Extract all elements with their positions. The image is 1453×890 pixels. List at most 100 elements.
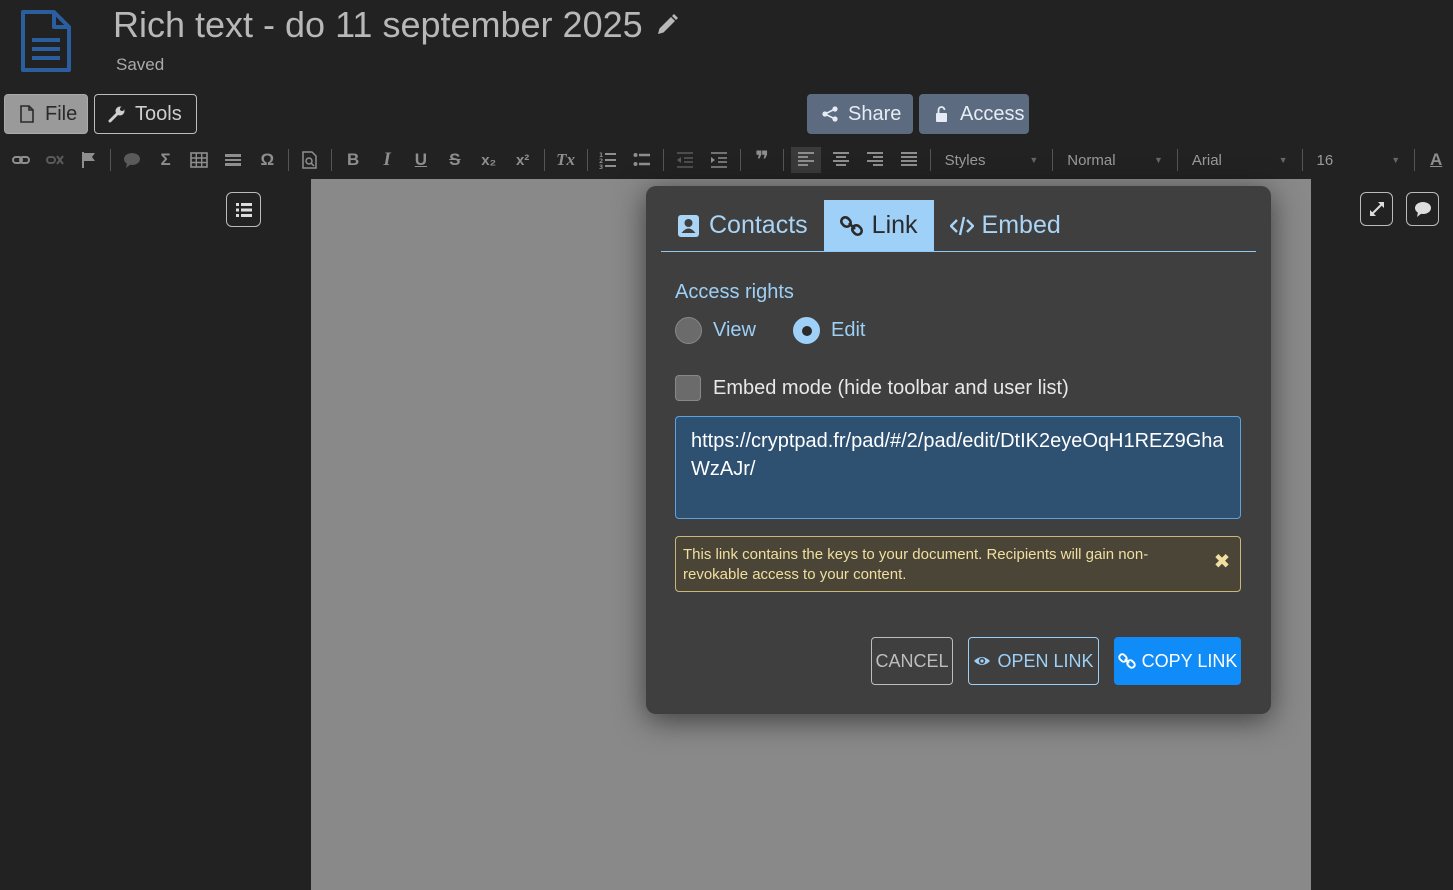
styles-dropdown-value: Styles — [944, 151, 986, 169]
access-button-label: Access — [960, 102, 1025, 125]
document-icon — [21, 10, 71, 72]
comments-toggle-button[interactable] — [1406, 192, 1439, 226]
share-button-label: Share — [848, 102, 902, 125]
font-size-dropdown[interactable]: 16 ▼ — [1309, 147, 1409, 173]
toolbar-separator — [783, 149, 785, 171]
share-tabs: Contacts Link Embed — [661, 200, 1256, 252]
share-modal: Contacts Link Embed Access rights View E… — [646, 186, 1271, 714]
wrench-icon — [108, 106, 125, 123]
bold-icon[interactable]: B — [341, 147, 365, 173]
tab-embed[interactable]: Embed — [934, 200, 1077, 251]
remove-format-icon[interactable]: Tx — [554, 147, 578, 173]
outdent-icon[interactable] — [673, 147, 697, 173]
embed-mode-checkbox[interactable] — [675, 375, 701, 401]
strikethrough-icon[interactable]: S — [443, 147, 467, 173]
page-title[interactable]: Rich text - do 11 september 2025 — [113, 4, 679, 46]
cancel-button[interactable]: CANCEL — [871, 637, 953, 685]
cancel-button-label: CANCEL — [875, 650, 949, 671]
underline-icon[interactable]: U — [409, 147, 433, 173]
indent-icon[interactable] — [707, 147, 731, 173]
pencil-icon[interactable] — [655, 13, 679, 37]
text-color-icon[interactable]: A — [1424, 147, 1448, 173]
link-warning-alert: This link contains the keys to your docu… — [675, 536, 1241, 592]
math-sigma-icon[interactable]: Σ — [154, 147, 178, 173]
styles-dropdown[interactable]: Styles ▼ — [937, 147, 1047, 173]
blockquote-icon[interactable]: ❞ — [750, 147, 774, 174]
fullscreen-button[interactable] — [1360, 192, 1393, 226]
copy-link-button-label: COPY LINK — [1141, 650, 1238, 671]
toolbar-separator — [1176, 149, 1178, 171]
link-warning-text: This link contains the keys to your docu… — [683, 546, 1149, 583]
file-button[interactable]: File — [4, 94, 88, 134]
format-dropdown-value: Normal — [1067, 151, 1116, 169]
copy-link-button[interactable]: COPY LINK — [1114, 637, 1241, 685]
access-button[interactable]: Access — [919, 94, 1029, 134]
toolbar-separator — [740, 149, 742, 171]
tab-contacts-label: Contacts — [709, 211, 808, 239]
open-link-button-label: OPEN LINK — [997, 650, 1094, 671]
tab-link[interactable]: Link — [823, 200, 934, 251]
caret-down-icon: ▼ — [1278, 155, 1288, 165]
superscript-icon[interactable]: x² — [511, 147, 535, 173]
preview-icon[interactable] — [298, 147, 322, 173]
link-icon — [839, 215, 863, 236]
tab-embed-label: Embed — [981, 211, 1061, 239]
horizontal-rule-icon[interactable] — [221, 147, 245, 173]
eye-icon — [974, 657, 991, 665]
toolbar-separator — [331, 149, 333, 171]
share-button[interactable]: Share — [807, 94, 913, 134]
italic-icon[interactable]: I — [375, 147, 399, 173]
open-link-button[interactable]: OPEN LINK — [968, 637, 1099, 685]
toolbar-separator — [663, 149, 665, 171]
tab-link-label: Link — [871, 211, 918, 239]
caret-down-icon: ▼ — [1391, 155, 1401, 165]
code-icon — [949, 216, 974, 235]
file-icon — [20, 105, 34, 123]
tab-contacts[interactable]: Contacts — [661, 200, 824, 251]
format-toolbar: Σ Ω B I U S x₂ x² Tx 123 ❞ Styles ▼ Norm… — [0, 143, 1453, 177]
toolbar-separator — [1301, 149, 1303, 171]
unlock-icon — [936, 106, 947, 122]
save-status: Saved — [116, 55, 165, 74]
comment-icon[interactable] — [120, 147, 144, 173]
list-icon — [235, 202, 252, 217]
toolbar-separator — [929, 149, 931, 171]
svg-text:3: 3 — [599, 164, 603, 169]
radio-view[interactable] — [675, 317, 702, 344]
tools-button[interactable]: Tools — [94, 94, 197, 134]
align-justify-icon[interactable] — [897, 147, 921, 173]
app-window: Rich text - do 11 september 2025 Saved F… — [0, 0, 1453, 890]
font-dropdown-value: Arial — [1191, 151, 1222, 169]
unlink-icon[interactable] — [43, 147, 67, 173]
toolbar-separator — [543, 149, 545, 171]
table-icon[interactable] — [188, 147, 212, 173]
align-center-icon[interactable] — [829, 147, 853, 173]
toolbar-separator — [1052, 149, 1054, 171]
font-size-dropdown-value: 16 — [1316, 151, 1334, 169]
share-link-field[interactable]: https://cryptpad.fr/pad/#/2/pad/edit/DtI… — [675, 416, 1241, 519]
font-dropdown[interactable]: Arial ▼ — [1184, 147, 1296, 173]
link-icon[interactable] — [9, 147, 33, 173]
embed-mode-label[interactable]: Embed mode (hide toolbar and user list) — [713, 377, 1069, 400]
numbered-list-icon[interactable]: 123 — [597, 147, 621, 173]
anchor-flag-icon[interactable] — [77, 147, 101, 173]
format-dropdown[interactable]: Normal ▼ — [1059, 147, 1171, 173]
close-icon[interactable]: ✖ — [1213, 552, 1231, 572]
toolbar-separator — [1414, 149, 1416, 171]
radio-edit-label[interactable]: Edit — [831, 319, 865, 342]
align-left-icon[interactable] — [791, 147, 821, 173]
special-char-omega-icon[interactable]: Ω — [255, 147, 279, 173]
bullet-list-icon[interactable] — [630, 147, 654, 173]
radio-view-label[interactable]: View — [713, 319, 756, 342]
file-button-label: File — [45, 102, 78, 125]
caret-down-icon: ▼ — [1029, 155, 1039, 165]
toolbar-separator — [586, 149, 588, 171]
subscript-icon[interactable]: x₂ — [477, 147, 501, 173]
share-icon — [822, 106, 838, 122]
radio-edit[interactable] — [793, 317, 820, 344]
align-right-icon[interactable] — [863, 147, 887, 173]
caret-down-icon: ▼ — [1153, 155, 1163, 165]
outline-toggle-button[interactable] — [226, 192, 261, 227]
access-rights-label: Access rights — [675, 281, 794, 303]
access-rights-radio-group: View Edit — [675, 317, 902, 344]
